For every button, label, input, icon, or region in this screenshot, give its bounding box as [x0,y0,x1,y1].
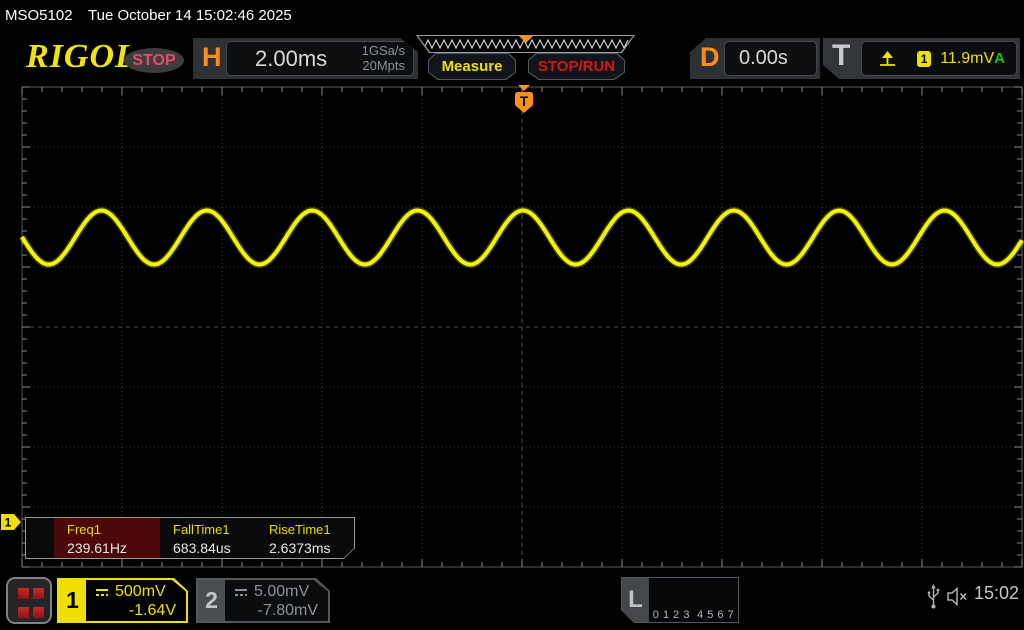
delay-label: D [700,42,720,72]
measurement-item-freq[interactable]: Freq1 239.61Hz [54,518,160,558]
apps-grid-icon[interactable] [6,577,52,624]
header-bar: RIGOL STOP H 2.00ms 1GSa/s 20Mpts Measur… [0,30,1024,84]
channel-1-number[interactable]: 1 [59,580,86,621]
measurement-value: 683.84us [173,540,231,556]
trigger-edge-icon [878,50,897,67]
measurement-label: Freq1 [67,522,101,537]
measurement-label: RiseTime1 [269,522,331,537]
measurement-item-falltime[interactable]: FallTime1 683.84us [160,518,256,558]
trigger-source-badge: 1 [917,50,932,67]
delay-value: 0.00s [739,47,788,69]
dc-coupling-icon [96,588,108,596]
stop-run-button-label[interactable]: STOP/RUN [529,54,624,79]
logic-channel-numbers: 0 1 2 3 4 5 6 7 8 9 1011 12131415 [649,578,738,622]
channel-2-offset: -7.80mV [257,602,318,619]
svg-text:T: T [520,93,529,109]
overview-inner [418,36,633,52]
run-state-badge: STOP [124,48,184,73]
trigger-panel[interactable]: T 1 11.9mV A [823,38,1020,79]
delay-inner: 0.00s [724,41,817,76]
logic-label: L [622,578,649,622]
channel-1-body: 500mV -1.64V [86,580,186,621]
measurement-spacer [26,518,54,558]
measurement-panel-inner: Freq1 239.61Hz FallTime1 683.84us RiseTi… [26,518,354,558]
channel-2-body: 5.00mV -7.80mV [225,580,328,621]
trigger-level-value: 11.9mV [940,49,995,67]
trigger-inner: 1 11.9mV A [861,41,1017,76]
scope-display[interactable]: T1 Freq1 239.61Hz FallTime1 683.84us Ris… [0,84,1024,568]
graticule-canvas: T1 [1,85,1024,568]
horizontal-panel[interactable]: H 2.00ms 1GSa/s 20Mpts [193,38,418,79]
channel-1-ground-marker[interactable]: 1 [1,514,21,530]
speaker-muted-icon [946,586,970,611]
measurement-panel[interactable]: Freq1 239.61Hz FallTime1 683.84us RiseTi… [25,517,355,559]
measurement-item-risetime[interactable]: RiseTime1 2.6373ms [256,518,354,558]
sample-rate: 1GSa/s [361,43,405,59]
measurement-value: 239.61Hz [67,540,127,556]
system-datetime: Tue October 14 15:02:46 2025 [88,7,292,24]
model-name: MSO5102 [5,7,73,24]
channel-1-scale: 500mV [115,583,166,600]
stop-run-button[interactable]: STOP/RUN [528,53,625,80]
oscilloscope-screen: MSO5102 Tue October 14 15:02:46 2025 RIG… [0,0,1024,630]
logic-face: L 0 1 2 3 4 5 6 7 8 9 1011 12131415 [622,578,738,622]
rigol-logo: RIGOL [26,38,137,75]
delay-panel[interactable]: D 0.00s [690,38,820,79]
timebase-value: 2.00ms [255,45,328,71]
channel-1-face: 1 500mV -1.64V [59,580,186,621]
overview-waveform [419,36,629,50]
measurement-label: FallTime1 [173,522,230,537]
horizontal-inner: 2.00ms 1GSa/s 20Mpts [226,41,414,76]
channel-1-block[interactable]: 1 500mV -1.64V [57,578,188,623]
channel-2-face: 2 5.00mV -7.80mV [198,580,328,621]
memory-depth: 20Mpts [362,57,405,73]
waveform-overview-strip[interactable] [416,35,635,53]
measurement-value: 2.6373ms [269,540,331,556]
svg-text:1: 1 [5,516,12,530]
trigger-position-marker[interactable]: T [515,85,533,113]
dc-coupling-icon [235,588,247,596]
logic-channels-block[interactable]: L 0 1 2 3 4 5 6 7 8 9 1011 12131415 [621,577,739,623]
channel-2-scale: 5.00mV [254,583,310,600]
channel-2-block[interactable]: 2 5.00mV -7.80mV [196,578,330,623]
channel-1-frame: 1 500mV -1.64V [57,578,188,623]
status-clock: 15:02 [974,583,1020,603]
horizontal-label: H [202,42,222,72]
logic-row-top: 0 1 2 3 4 5 6 7 [652,609,735,621]
titlebar: MSO5102 Tue October 14 15:02:46 2025 [0,0,1024,30]
bottom-bar: 1 500mV -1.64V 2 5.00mV -7.80mV L 0 1 2 … [0,568,1024,630]
overview-zigzag [419,38,629,50]
channel-2-number[interactable]: 2 [198,580,225,621]
acquisition-rates: 1GSa/s 20Mpts [362,44,405,73]
usb-icon [926,584,941,615]
measure-button[interactable]: Measure [428,53,516,80]
measure-button-label[interactable]: Measure [429,54,515,79]
trigger-label: T [832,39,851,72]
channel-1-offset: -1.64V [128,602,176,619]
channel-2-frame: 2 5.00mV -7.80mV [196,578,330,623]
trigger-sweep-mode: A [994,50,1005,67]
